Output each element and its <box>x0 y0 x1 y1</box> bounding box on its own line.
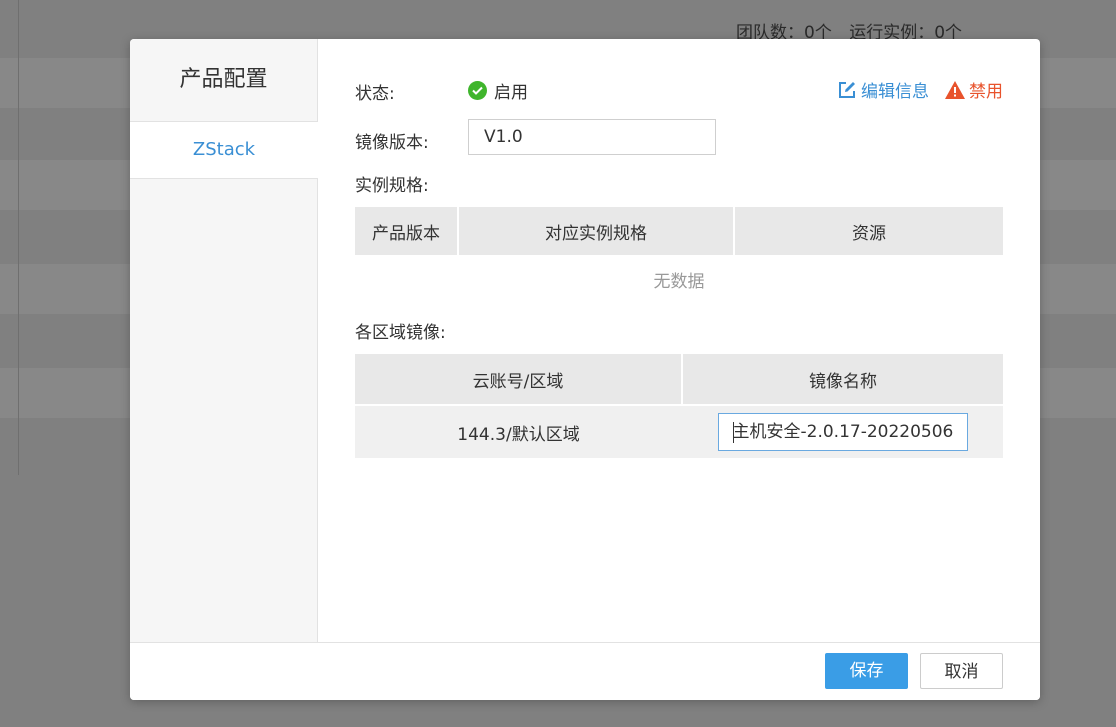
sidebar-title: 产品配置 <box>130 39 317 122</box>
cancel-button[interactable]: 取消 <box>920 653 1003 689</box>
disable-link[interactable]: 禁用 <box>945 77 1003 102</box>
top-actions: 编辑信息 禁用 <box>837 77 1003 102</box>
sidebar-item-zstack[interactable]: ZStack <box>130 122 318 179</box>
region-column-header: 镜像名称 <box>682 354 1003 406</box>
spec-column-header: 产品版本 <box>355 207 459 255</box>
empty-data-text: 无数据 <box>653 272 705 292</box>
warning-icon <box>945 80 965 99</box>
image-name-cell: 主机安全-2.0.17-20220506 <box>682 405 1003 458</box>
dialog-sidebar: 产品配置 ZStack <box>130 39 318 642</box>
image-version-input[interactable]: V1.0 <box>468 119 716 155</box>
table-row: 144.3/默认区域 主机安全-2.0.17-20220506 <box>355 405 1003 458</box>
spec-column-header: 资源 <box>734 207 1003 255</box>
region-images-table: 云账号/区域 镜像名称 144.3/默认区域 主机安全-2.0.17-20220… <box>355 354 1003 458</box>
region-images-label: 各区域镜像: <box>355 323 446 343</box>
instance-spec-table: 产品版本 对应实例规格 资源 <box>355 207 1003 255</box>
disable-label: 禁用 <box>969 82 1003 102</box>
status-label: 状态: <box>355 84 395 104</box>
account-region-cell: 144.3/默认区域 <box>355 405 682 458</box>
text-caret <box>732 422 734 443</box>
image-name-value: 主机安全-2.0.17-20220506 <box>732 422 954 442</box>
edit-info-link[interactable]: 编辑信息 <box>837 77 929 102</box>
image-name-input[interactable]: 主机安全-2.0.17-20220506 <box>717 413 968 451</box>
save-button[interactable]: 保存 <box>825 653 908 689</box>
background-divider <box>18 0 19 475</box>
dialog-footer: 保存 取消 <box>130 642 1040 700</box>
product-config-dialog: 产品配置 ZStack 状态: 启用 编辑信息 禁用 镜像版本: V1.0 实例… <box>130 39 1040 700</box>
spec-column-header: 对应实例规格 <box>458 207 735 255</box>
check-circle-icon <box>468 81 487 100</box>
edit-icon <box>839 81 855 98</box>
dialog-main: 状态: 启用 编辑信息 禁用 镜像版本: V1.0 实例规格: 产品版本 对应实… <box>355 39 1003 642</box>
instance-spec-label: 实例规格: <box>355 176 429 196</box>
status-text: 启用 <box>494 83 528 103</box>
region-column-header: 云账号/区域 <box>355 354 683 406</box>
status-value: 启用 <box>468 78 528 103</box>
edit-info-label: 编辑信息 <box>861 82 929 102</box>
image-version-label: 镜像版本: <box>355 133 429 153</box>
